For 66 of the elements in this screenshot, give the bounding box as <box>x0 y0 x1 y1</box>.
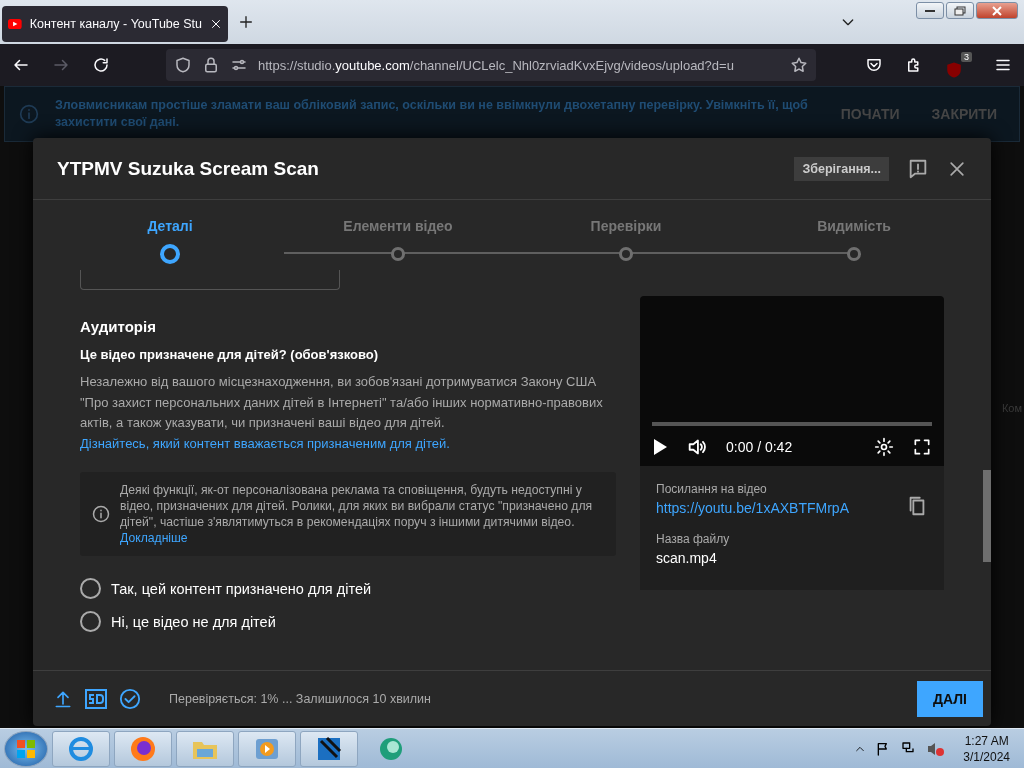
section-heading: Аудиторія <box>80 318 157 335</box>
link-label: Посилання на відео <box>656 482 768 496</box>
youtube-icon <box>8 18 22 30</box>
start-button[interactable] <box>4 730 48 767</box>
check-circle-icon <box>119 687 141 710</box>
video-time: 0:00 / 0:42 <box>726 439 794 455</box>
restore-icon <box>954 5 966 16</box>
minimize-button[interactable] <box>916 2 944 19</box>
save-status-button[interactable]: Зберігання... <box>794 156 889 181</box>
plus-icon <box>238 14 254 30</box>
file-name: scan.mp4 <box>656 550 718 566</box>
sd-icon <box>85 688 107 709</box>
restore-button[interactable] <box>946 2 974 19</box>
muted-speaker-icon[interactable] <box>927 740 946 757</box>
ublock-button[interactable]: 3 <box>945 51 972 79</box>
new-tab-button[interactable] <box>238 14 254 30</box>
video-link[interactable]: https://youtu.be/1xAXBTFMrpA <box>656 500 849 516</box>
description-text: Незалежно від вашого місцезнаходження, ви зобов'язані дотримуватися Закону США "Про захист персональних даних дітей в Інтернеті" та/або інших нормативно-правових актів, а також указувати, чи призначені ваші відео для дітей. Дізнайтесь, який контент вважається призначеним для дітей. <box>80 373 604 453</box>
address-bar[interactable]: https://studio.youtube.com/channel/UCLelc_Nhl0zrviadKvxEjvg/videos/upload?d=u <box>166 49 816 81</box>
input-field[interactable] <box>80 270 340 290</box>
shield-icon <box>945 60 963 79</box>
radio-button[interactable] <box>80 611 101 632</box>
upload-status: Перевіряється: 1% ... Залишилося 10 хвилин <box>169 691 432 706</box>
more-link[interactable]: Докладніше <box>120 530 602 546</box>
next-button[interactable]: ДАЛІ <box>917 680 983 717</box>
lock-icon <box>202 56 220 74</box>
feedback-icon <box>907 157 929 180</box>
dialog-title: YTPMV Suzuka Scream Scan <box>57 157 320 180</box>
step-tab[interactable]: Деталі <box>56 218 284 264</box>
file-label: Назва файлу <box>656 532 731 546</box>
question-text: Це відео призначене для дітей? (обов'язково) <box>80 347 380 362</box>
browser-tab[interactable]: Контент каналу - YouTube Stu <box>2 6 228 42</box>
clock[interactable]: 1:27 AM 3/1/2024 <box>963 732 1010 765</box>
step-dot <box>160 244 180 264</box>
video-player[interactable]: 0:00 / 0:42 <box>640 296 944 466</box>
close-tab-icon <box>210 18 222 30</box>
info-icon <box>19 104 39 124</box>
shield-icon <box>174 56 192 74</box>
feedback-button[interactable] <box>907 157 929 180</box>
reload-icon <box>92 56 110 74</box>
fullscreen-icon[interactable] <box>912 437 932 457</box>
progress-track[interactable] <box>652 422 932 426</box>
play-icon[interactable] <box>652 438 668 456</box>
notice-text: Деякі функції, як-от персоналізована реклама та сповіщення, будуть недоступні у відео, призначених для дітей. Ролики, для яких ви вибрали статус "призначено для дітей", частіше з'являтимуться в рекомендаціях поруч з іншими дитячими відео. <box>120 482 594 530</box>
radio-button[interactable] <box>80 578 101 599</box>
step-dot <box>619 247 633 261</box>
step-dot <box>847 247 861 261</box>
learn-link[interactable]: Дізнайтесь, який контент вважається призначеним для дітей. <box>80 435 450 451</box>
radio-option[interactable]: Ні, це відео не для дітей <box>80 611 616 632</box>
url-text: https://studio.youtube.com/channel/UCLelc_Nhl0zrviadKvxEjvg/videos/upload?d=u <box>258 57 735 73</box>
close-icon <box>992 5 1002 16</box>
window-close-button[interactable] <box>976 2 1018 19</box>
taskbar-app[interactable] <box>300 730 358 767</box>
pocket-button[interactable] <box>865 56 883 74</box>
reload-button[interactable] <box>92 56 110 74</box>
info-icon <box>92 505 110 523</box>
badge: 3 <box>961 51 972 62</box>
scrollbar-thumb[interactable] <box>983 470 991 562</box>
star-icon[interactable] <box>790 56 808 74</box>
radio-option[interactable]: Так, цей контент призначено для дітей <box>80 578 616 599</box>
banner-text: Зловмисникам простіше зламати ваш обліковий запис, оскільки ви не ввімкнули двохетапну перевірку. Увімкніть її, щоб захистити свої дані. <box>55 97 809 131</box>
tab-title: Контент каналу - YouTube Stu <box>29 17 202 31</box>
close-icon[interactable] <box>210 18 222 30</box>
windows-logo-icon <box>16 738 36 759</box>
pocket-icon <box>865 56 883 74</box>
step-dot <box>391 247 405 261</box>
